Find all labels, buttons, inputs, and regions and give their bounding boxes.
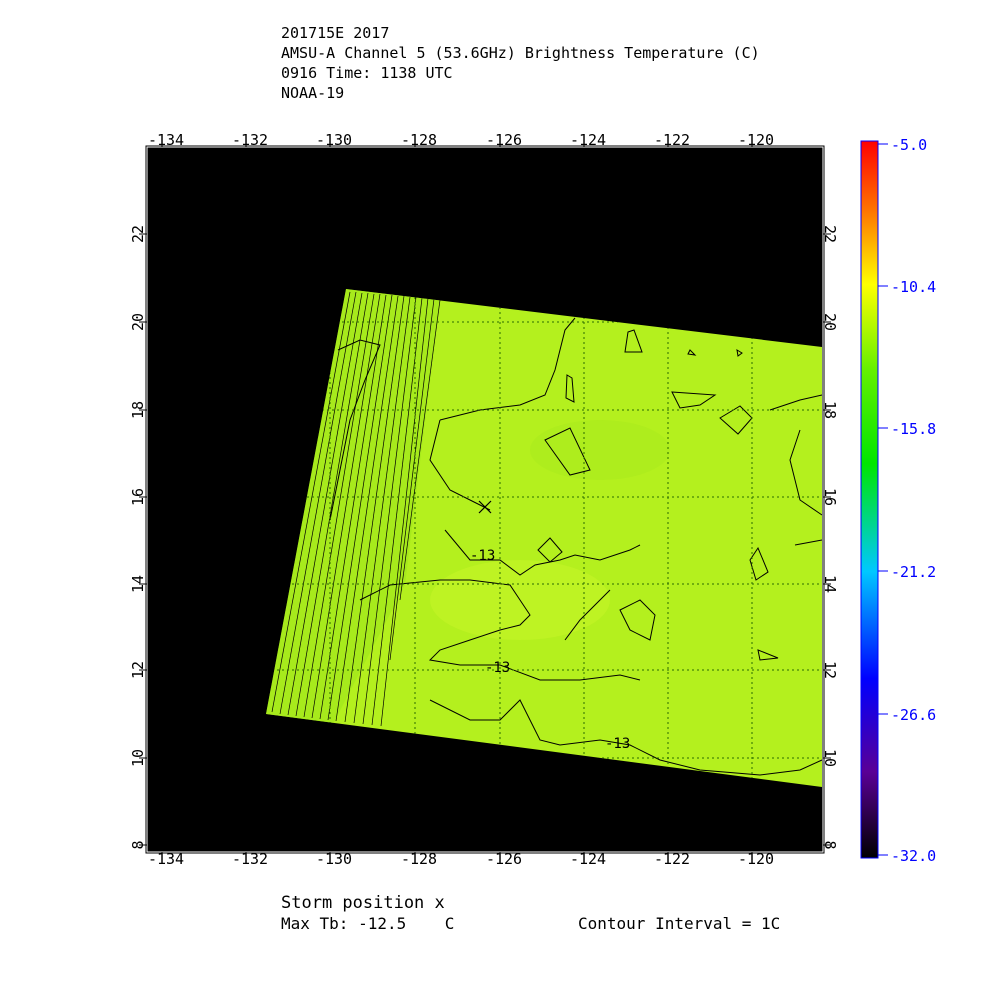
lon-label: -130 — [316, 131, 352, 149]
lat-label: 14 — [129, 575, 147, 593]
colorbar-label: -15.8 — [891, 420, 936, 438]
contour-label: -13 — [485, 660, 510, 676]
lon-label: -120 — [738, 850, 774, 868]
lon-label: -124 — [570, 850, 606, 868]
lon-label: -132 — [232, 131, 268, 149]
lat-label: 20 — [821, 313, 839, 331]
lon-label: -124 — [570, 131, 606, 149]
lat-label: 10 — [821, 749, 839, 767]
lon-label: -134 — [148, 850, 184, 868]
lon-label: -126 — [486, 850, 522, 868]
lat-label: 22 — [129, 225, 147, 243]
map-figure: -13 -13 -13 -134 -132 -130 -128 -126 -12… — [129, 131, 936, 868]
lat-label: 12 — [129, 661, 147, 679]
lat-label: 12 — [821, 661, 839, 679]
lat-label: 16 — [821, 488, 839, 506]
lat-label: 14 — [821, 575, 839, 593]
lat-label: 18 — [129, 401, 147, 419]
colorbar-label: -5.0 — [891, 136, 927, 154]
lon-label: -132 — [232, 850, 268, 868]
lat-label: 10 — [129, 749, 147, 767]
lat-label: 16 — [129, 488, 147, 506]
colorbar-labels: -5.0 -10.4 -15.8 -21.2 -26.6 -32.0 — [891, 136, 936, 865]
lat-label: 20 — [129, 313, 147, 331]
lon-label: -120 — [738, 131, 774, 149]
lat-labels-left: 8 10 12 14 16 18 20 22 — [129, 225, 147, 850]
colorbar-label: -10.4 — [891, 278, 936, 296]
contour-interval-label: Contour Interval = 1C — [578, 914, 781, 933]
lon-label: -128 — [401, 850, 437, 868]
lon-label: -128 — [401, 131, 437, 149]
colorbar-label: -21.2 — [891, 563, 936, 581]
lat-label: 8 — [821, 840, 839, 849]
colorbar-ticks — [878, 143, 888, 856]
storm-position-label: Storm position x — [281, 893, 445, 913]
lat-label: 22 — [821, 225, 839, 243]
lon-label: -122 — [654, 131, 690, 149]
colorbar — [860, 140, 879, 859]
max-tb-label: Max Tb: -12.5 C — [281, 914, 455, 933]
lat-label: 8 — [129, 840, 147, 849]
lat-label: 18 — [821, 401, 839, 419]
colorbar-label: -26.6 — [891, 706, 936, 724]
contour-label: -13 — [605, 736, 630, 752]
colorbar-label: -32.0 — [891, 847, 936, 865]
lon-label: -122 — [654, 850, 690, 868]
contour-label: -13 — [470, 548, 495, 564]
lon-label: -126 — [486, 131, 522, 149]
lon-label: -134 — [148, 131, 184, 149]
lon-label: -130 — [316, 850, 352, 868]
